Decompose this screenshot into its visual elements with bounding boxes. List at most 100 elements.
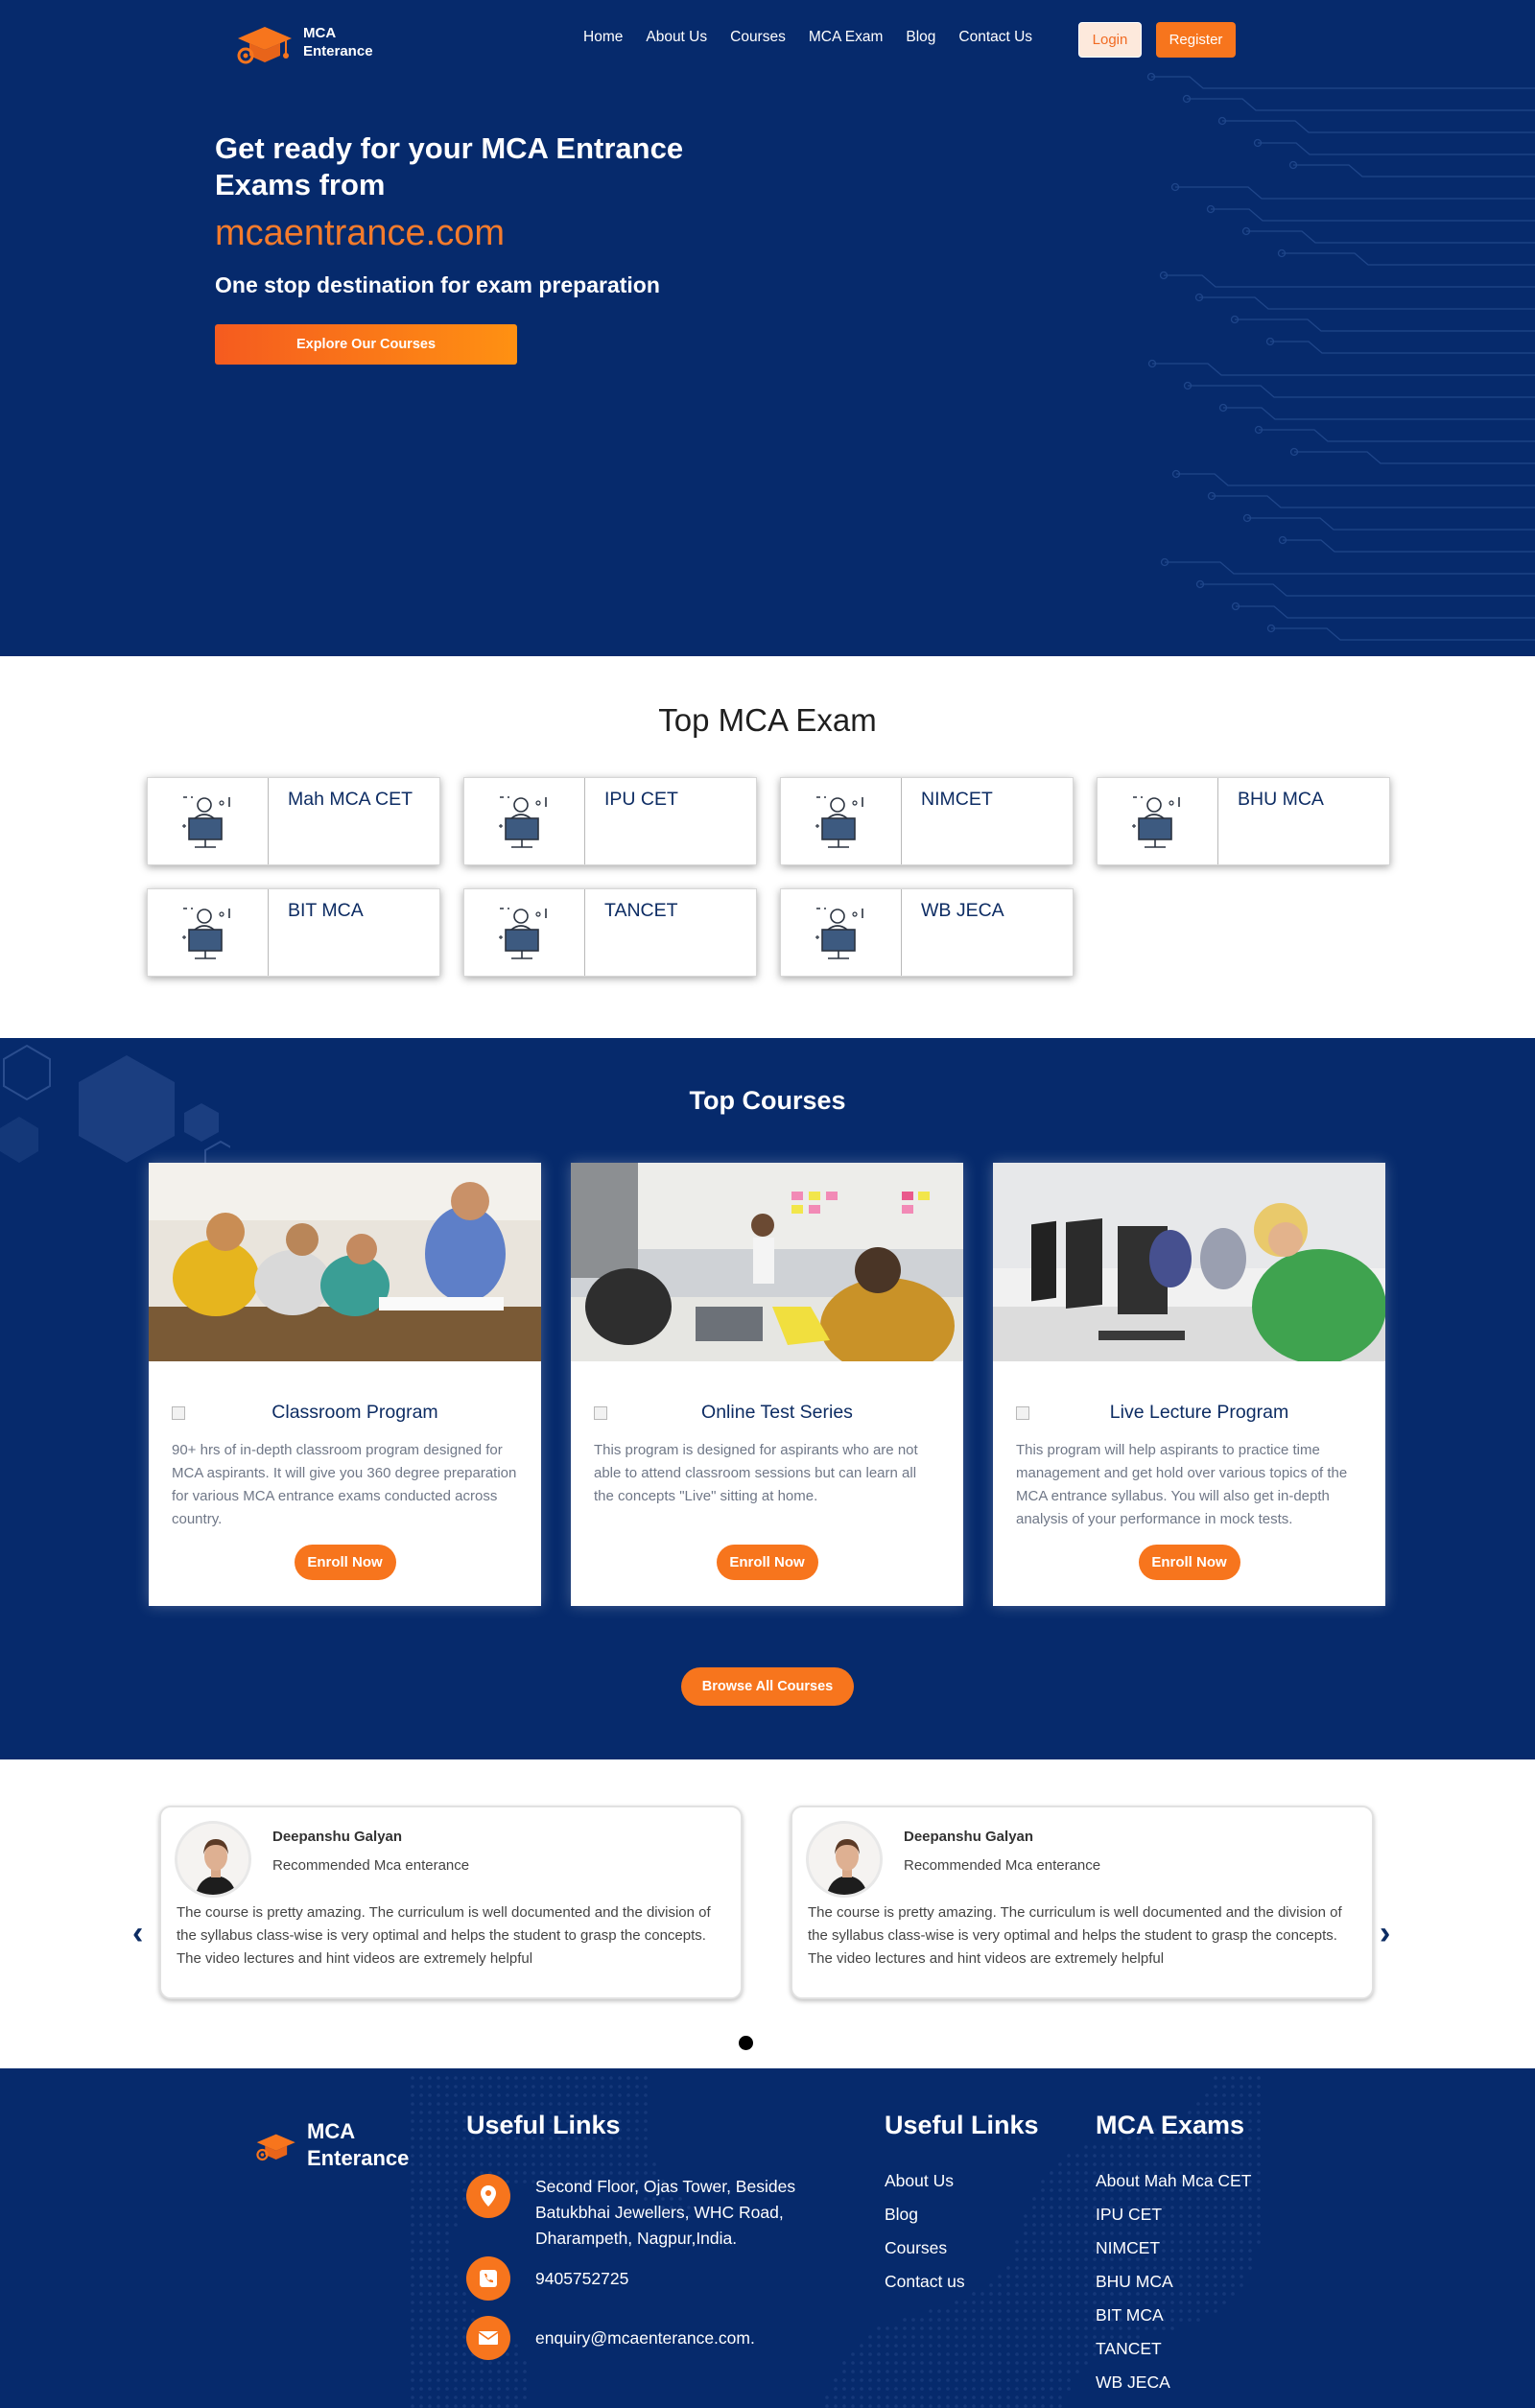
footer-exam-link[interactable]: BHU MCA [1096,2265,1251,2299]
enroll-now-button[interactable]: Enroll Now [1138,1545,1240,1580]
testimonial-name: Deepanshu Galyan [904,1829,1034,1845]
brand-line1: MCA [303,25,337,41]
footer-brand-line2: Enterance [307,2146,410,2170]
footer-brand-logo[interactable]: MCA Enterance [251,2118,409,2172]
testimonial-card: Deepanshu Galyan Recommended Mca enteran… [159,1806,743,1999]
site-footer: MCA Enterance Useful Links Second Floor,… [0,2068,1535,2408]
exam-card-tancet[interactable]: TANCET [463,888,757,977]
exam-name: WB JECA [921,900,1004,921]
footer-phone[interactable]: 9405752725 [466,2256,814,2301]
testimonial-text: The course is pretty amazing. The curric… [808,1904,1342,1967]
footer-useful-links: About Us Blog Courses Contact us [885,2164,965,2299]
top-nav: MCA Enterance Home About Us Courses MCA … [0,15,1535,65]
top-courses-title: Top Courses [689,1086,846,1115]
footer-link-courses[interactable]: Courses [885,2231,965,2265]
footer-email[interactable]: enquiry@mcaenterance.com. [466,2316,814,2360]
course-description: This program will help aspirants to prac… [1016,1442,1348,1527]
student-desk-icon [464,778,585,864]
course-card-classroom: Classroom Program 90+ hrs of in-depth cl… [149,1163,541,1606]
exam-card-bit-mca[interactable]: BIT MCA [147,888,440,977]
footer-brand-line1: MCA [307,2119,356,2143]
exam-name: BHU MCA [1238,789,1324,810]
nav-contact-us[interactable]: Contact Us [958,29,1032,46]
exam-name: BIT MCA [288,900,364,921]
testimonials-section: ‹ Deepanshu Galyan Recommended Mca enter… [0,1759,1535,2068]
graduation-cap-logo-icon [256,2134,295,2161]
address-text: Second Floor, Ojas Tower, Besides Batukb… [535,2177,796,2248]
footer-link-blog[interactable]: Blog [885,2198,965,2231]
exam-card-nimcet[interactable]: NIMCET [780,777,1074,865]
exam-name: TANCET [604,900,678,921]
course-description: 90+ hrs of in-depth classroom program de… [172,1442,517,1527]
course-title: Online Test Series [701,1402,853,1423]
nav-home[interactable]: Home [583,29,623,46]
student-desk-icon [148,778,269,864]
course-title: Classroom Program [272,1402,438,1423]
brand-logo[interactable]: MCA Enterance [230,17,373,67]
graduation-cap-logo-icon [237,27,292,64]
main-menu: Home About Us Courses MCA Exam Blog Cont… [583,29,1032,46]
footer-exam-link[interactable]: IPU CET [1096,2198,1251,2231]
testimonial-text: The course is pretty amazing. The curric… [177,1904,711,1967]
avatar [806,1821,883,1898]
footer-address: Second Floor, Ojas Tower, Besides Batukb… [466,2174,814,2252]
phone-icon [466,2256,510,2301]
student-desk-icon [464,889,585,976]
footer-exam-link[interactable]: NIMCET [1096,2231,1251,2265]
exam-name: IPU CET [604,789,678,810]
carousel-next-arrow-icon[interactable]: › [1380,1915,1390,1952]
office-meeting-photo [571,1163,963,1361]
classroom-photo [149,1163,541,1361]
browse-all-courses-button[interactable]: Browse All Courses [681,1667,854,1706]
hero-title: Get ready for your MCA Entrance Exams fr… [215,131,684,201]
nav-blog[interactable]: Blog [906,29,935,46]
course-title: Live Lecture Program [1109,1402,1289,1423]
footer-link-about-us[interactable]: About Us [885,2164,965,2198]
footer-exam-link[interactable]: BIT MCA [1096,2299,1251,2332]
exam-card-ipu-cet[interactable]: IPU CET [463,777,757,865]
envelope-icon [466,2316,510,2360]
enroll-now-button[interactable]: Enroll Now [294,1545,396,1580]
course-card-live-lecture: Live Lecture Program This program will h… [993,1163,1385,1606]
footer-link-contact-us[interactable]: Contact us [885,2265,965,2299]
footer-mca-exams-links: About Mah Mca CET IPU CET NIMCET BHU MCA… [1096,2164,1251,2399]
footer-exam-link[interactable]: About Mah Mca CET [1096,2164,1251,2198]
exam-card-wb-jeca[interactable]: WB JECA [780,888,1074,977]
location-pin-icon [466,2174,510,2218]
nav-courses[interactable]: Courses [730,29,786,46]
carousel-dot[interactable] [739,2036,753,2050]
phone-text[interactable]: 9405752725 [535,2256,814,2301]
computer-lab-photo [993,1163,1385,1361]
course-card-online-test: Online Test Series This program is desig… [571,1163,963,1606]
testimonial-role: Recommended Mca enterance [272,1857,470,1874]
circuit-pattern [1146,72,1535,641]
testimonial-name: Deepanshu Galyan [272,1829,403,1845]
nav-mca-exam[interactable]: MCA Exam [809,29,884,46]
exam-card-mah-mca-cet[interactable]: Mah MCA CET [147,777,440,865]
top-courses-section: Top Courses Classroom Program 90+ hrs of… [0,1038,1535,1759]
testimonial-card: Deepanshu Galyan Recommended Mca enteran… [791,1806,1374,1999]
course-icon-placeholder [594,1405,607,1420]
enroll-now-button[interactable]: Enroll Now [716,1545,818,1580]
exam-name: NIMCET [921,789,993,810]
student-desk-icon [781,889,902,976]
course-icon-placeholder [172,1405,185,1420]
nav-about-us[interactable]: About Us [646,29,707,46]
course-description: This program is designed for aspirants w… [594,1442,918,1504]
course-icon-placeholder [1016,1405,1029,1420]
footer-exam-link[interactable]: WB JECA [1096,2366,1251,2399]
student-desk-icon [1098,778,1218,864]
carousel-prev-arrow-icon[interactable]: ‹ [132,1915,143,1952]
login-button[interactable]: Login [1078,22,1142,58]
footer-col1-title: Useful Links [466,2111,621,2139]
hero-subtitle: One stop destination for exam preparatio… [215,272,660,297]
top-exams-section: Top MCA Exam Mah MCA CET IPU CET NIMCET … [0,656,1535,1038]
explore-courses-button[interactable]: Explore Our Courses [215,324,517,365]
email-text[interactable]: enquiry@mcaenterance.com. [535,2316,814,2360]
exam-card-bhu-mca[interactable]: BHU MCA [1097,777,1390,865]
avatar [175,1821,251,1898]
register-button[interactable]: Register [1156,22,1236,58]
top-exams-title: Top MCA Exam [658,702,877,738]
footer-exam-link[interactable]: TANCET [1096,2332,1251,2366]
hero-domain: mcaentrance.com [215,213,506,253]
